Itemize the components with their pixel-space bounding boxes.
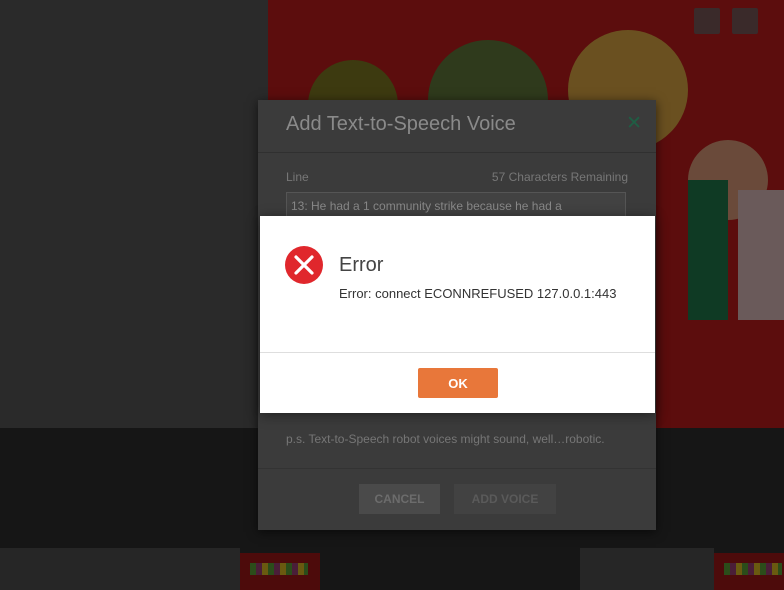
dialog-header: Add Text-to-Speech Voice ✕ (258, 100, 656, 153)
dialog-title: Add Text-to-Speech Voice (286, 113, 516, 135)
clip-thumbnail[interactable] (240, 553, 320, 590)
close-icon[interactable]: ✕ (626, 112, 642, 134)
error-dialog: Error Error: connect ECONNREFUSED 127.0.… (260, 216, 655, 413)
error-title: Error (339, 254, 384, 276)
line-label: Line (286, 170, 309, 184)
background-panel (0, 0, 268, 430)
error-x-icon (285, 246, 323, 284)
error-message: Error: connect ECONNREFUSED 127.0.0.1:44… (339, 286, 617, 301)
ps-note: p.s. Text-to-Speech robot voices might s… (286, 432, 605, 446)
timeline-strip (0, 548, 240, 590)
clip-thumbnail[interactable] (714, 553, 784, 590)
cancel-button[interactable]: CANCEL (359, 484, 440, 514)
ok-button[interactable]: OK (418, 368, 498, 398)
divider (260, 352, 655, 353)
add-voice-button[interactable]: ADD VOICE (454, 484, 556, 514)
timeline-strip (580, 548, 714, 590)
app-window: Add Text-to-Speech Voice ✕ Line 57 Chara… (0, 0, 784, 590)
chars-remaining: 57 Characters Remaining (491, 170, 628, 184)
